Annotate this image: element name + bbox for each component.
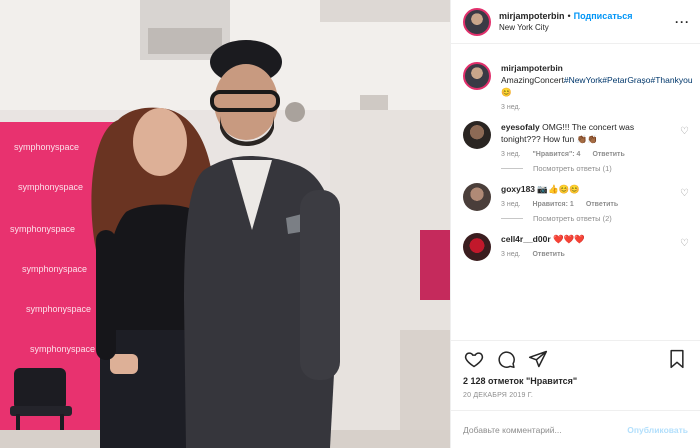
hashtag-link[interactable]: #PetarGrașo [602,75,650,85]
author-avatar[interactable] [463,7,491,36]
post-date[interactable]: 20 ДЕКАБРЯ 2019 Г. [463,392,533,399]
wall-logo-text: symphonyspace [18,182,83,192]
view-replies-button[interactable]: Посмотреть ответы (1) [501,164,690,173]
caption-meta: 3 нед. [501,104,690,111]
caption-time[interactable]: 3 нед. [501,104,520,111]
reply-button[interactable]: Ответить [532,251,564,258]
comments-list[interactable]: mirjampoterbin AmazingConcert#NewYork#Pe… [451,62,700,340]
caption-username[interactable]: mirjampoterbin [501,63,563,73]
wall-logo-text: symphonyspace [14,142,79,152]
comment-meta: 3 нед. "Нравится": 4 Ответить [501,151,690,158]
comment-time[interactable]: 3 нед. [501,201,520,208]
comment-body: ❤️❤️❤️ [553,234,585,244]
comment-time[interactable]: 3 нед. [501,151,520,158]
location-link[interactable]: New York City [499,22,633,34]
view-replies-label: Посмотреть ответы (1) [533,164,612,173]
like-heart-icon[interactable] [463,348,485,370]
comment-meta: 3 нед. Нравится: 1 Ответить [501,201,690,208]
caption-emoji: 😊 [501,87,512,97]
comment-likes[interactable]: Нравится: 1 [532,201,573,208]
hashtag-link[interactable]: #NewYork [564,75,602,85]
comment-text: goxy183 📷👍😊😊 [501,183,690,195]
comment-item: eyesofaly OMG!!! The concert was tonight… [463,121,690,173]
follow-button[interactable]: Подписаться [574,11,633,21]
view-replies-button[interactable]: Посмотреть ответы (2) [501,214,690,223]
author-avatar[interactable] [463,62,491,90]
replies-divider [501,218,523,219]
publish-comment-button[interactable]: Опубликовать [627,425,688,435]
commenter-avatar[interactable] [463,121,491,149]
caption-body: AmazingConcert [501,75,564,85]
comment-time[interactable]: 3 нед. [501,251,520,258]
comment-item: cell4r__d00r ❤️❤️❤️ ♡ 3 нед. Ответить [463,233,690,261]
comment-like-icon[interactable]: ♡ [680,127,690,137]
comment-text: cell4r__d00r ❤️❤️❤️ [501,233,690,245]
post-photo[interactable]: symphonyspace symphonyspace symphonyspac… [0,0,450,448]
comment-bubble-icon[interactable] [495,348,517,370]
wall-logo-text: symphonyspace [10,224,75,234]
more-options-icon[interactable]: ··· [675,15,690,29]
author-meta: mirjampoterbin • Подписаться New York City [499,10,633,34]
caption-item: mirjampoterbin AmazingConcert#NewYork#Pe… [463,62,693,111]
comment-meta: 3 нед. Ответить [501,251,690,258]
bookmark-save-icon[interactable] [666,348,688,370]
post-photo-illustration: symphonyspace symphonyspace symphonyspac… [0,0,450,448]
view-replies-label: Посмотреть ответы (2) [533,214,612,223]
likes-count[interactable]: 2 128 отметок "Нравится" [463,376,577,386]
comment-username[interactable]: goxy183 [501,184,535,194]
comment-body: 📷👍😊😊 [537,184,580,194]
comment-username[interactable]: eyesofaly [501,122,540,132]
post-actions-bar [451,340,700,376]
separator-dot: • [567,10,571,21]
reply-button[interactable]: Ответить [586,201,618,208]
wall-logo-text: symphonyspace [22,264,87,274]
comment-like-icon[interactable]: ♡ [680,189,690,199]
add-comment-bar: Добавьте комментарий... Опубликовать [451,410,700,448]
commenter-avatar[interactable] [463,233,491,261]
comment-username[interactable]: cell4r__d00r [501,234,551,244]
share-send-icon[interactable] [527,348,549,370]
post-side-panel: mirjampoterbin • Подписаться New York City… [450,0,700,448]
caption-text: mirjampoterbin AmazingConcert#NewYork#Pe… [501,62,693,98]
comment-item: goxy183 📷👍😊😊 ♡ 3 нед. Нравится: 1 Ответи… [463,183,690,223]
add-comment-input[interactable]: Добавьте комментарий... [463,425,627,435]
wall-logo-text: symphonyspace [30,344,95,354]
post-header: mirjampoterbin • Подписаться New York City… [451,0,700,44]
comment-text: eyesofaly OMG!!! The concert was tonight… [501,121,690,145]
hashtag-link[interactable]: #Thankyou [650,75,692,85]
comment-likes[interactable]: "Нравится": 4 [532,151,580,158]
reply-button[interactable]: Ответить [592,151,624,158]
commenter-avatar[interactable] [463,183,491,211]
comment-like-icon[interactable]: ♡ [680,239,690,249]
author-row: mirjampoterbin • Подписаться [499,10,633,22]
replies-divider [501,168,523,169]
author-username[interactable]: mirjampoterbin [499,11,565,21]
wall-logo-text: symphonyspace [26,304,91,314]
